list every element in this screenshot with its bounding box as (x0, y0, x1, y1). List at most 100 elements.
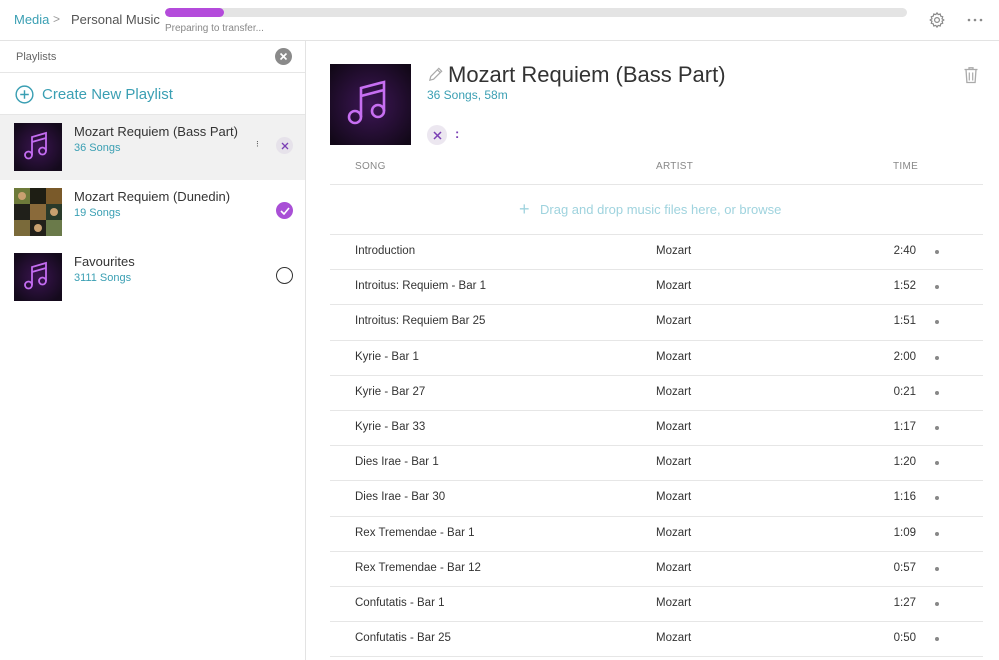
song-time: 1:27 (893, 596, 916, 609)
drop-zone-text[interactable]: Drag and drop music files here, or brows… (540, 202, 781, 217)
transfer-progress-bar (165, 8, 907, 17)
playlist-artwork (14, 123, 62, 171)
table-row[interactable]: Confutatis - Bar 25 Mozart 0:50 (330, 622, 983, 658)
table-row[interactable]: Kyrie - Bar 1 Mozart 2:00 (330, 341, 983, 376)
row-menu-dot-icon[interactable] (935, 285, 939, 290)
close-icon (279, 52, 288, 61)
song-title: Introitus: Requiem - Bar 1 (355, 280, 487, 293)
table-row[interactable]: Dies Irae - Bar 1 Mozart 1:20 (330, 446, 983, 482)
playlist-name: Mozart Requiem (Dunedin) (74, 189, 231, 204)
table-row[interactable]: Confutatis - Bar 1 Mozart 1:27 (330, 587, 983, 623)
playlist-item-favourites[interactable]: Favourites 3111 Songs (0, 245, 305, 310)
transfer-status-text: Preparing to transfer... (165, 23, 264, 34)
song-title: Introitus: Requiem Bar 25 (355, 315, 486, 328)
column-header-song[interactable]: SONG (355, 161, 386, 172)
song-time: 0:57 (893, 561, 916, 574)
row-menu-dot-icon[interactable] (935, 390, 939, 395)
song-time: 2:00 (893, 350, 916, 363)
playlist-item-dunedin[interactable]: Mozart Requiem (Dunedin) 19 Songs (0, 180, 305, 245)
row-menu-dot-icon[interactable] (935, 566, 939, 571)
table-row[interactable]: Kyrie - Bar 33 Mozart 1:17 (330, 411, 983, 447)
breadcrumb-media-link[interactable]: Media (14, 12, 49, 27)
playlists-header: Playlists (0, 41, 305, 73)
row-menu-dot-icon[interactable] (935, 531, 939, 536)
row-menu-dot-icon[interactable] (935, 496, 939, 501)
trash-icon[interactable] (963, 66, 979, 84)
breadcrumb-separator: > (53, 12, 61, 26)
create-playlist-button[interactable]: Create New Playlist (0, 74, 305, 115)
table-row[interactable]: Dies Irae - Bar 30 Mozart 1:16 (330, 481, 983, 517)
song-title: Introduction (355, 245, 416, 257)
song-time: 0:21 (893, 385, 916, 398)
row-menu-dot-icon[interactable] (935, 250, 939, 254)
song-artist: Mozart (656, 280, 692, 293)
playlist-artwork (14, 253, 62, 301)
song-artist: Mozart (656, 420, 692, 433)
playlist-checkbox-checked[interactable] (276, 202, 293, 219)
row-menu-dot-icon[interactable] (935, 355, 939, 360)
song-title: Confutatis - Bar 1 (355, 596, 445, 609)
drop-zone[interactable]: + Drag and drop music files here, or bro… (330, 186, 983, 235)
ellipsis-icon[interactable] (965, 10, 985, 30)
close-icon (432, 130, 442, 140)
song-artist: Mozart (656, 350, 692, 363)
checkmark-icon (279, 206, 290, 215)
song-title: Dies Irae - Bar 1 (355, 456, 439, 469)
song-artist: Mozart (656, 456, 692, 469)
playlist-song-count: 19 Songs (74, 207, 121, 219)
close-sidebar-button[interactable] (275, 48, 292, 65)
playlists-sidebar: Playlists Create New Playlist Mozart Req… (0, 41, 306, 660)
row-menu-dot-icon[interactable] (935, 601, 939, 606)
plus-circle-icon (15, 85, 34, 104)
song-title: Kyrie - Bar 1 (355, 350, 419, 363)
song-artist: Mozart (656, 632, 692, 645)
remove-playlist-button[interactable] (276, 137, 293, 154)
song-list: Introduction Mozart 2:40 Introitus: Requiem… (330, 235, 983, 658)
song-artist: Mozart (656, 596, 692, 609)
plus-icon: + (519, 199, 530, 219)
edit-pencil-icon[interactable] (427, 66, 444, 83)
playlist-name: Favourites (74, 254, 135, 269)
table-row[interactable]: Introitus: Requiem Bar 25 Mozart 1:51 (330, 305, 983, 341)
options-colon[interactable]: : (455, 126, 459, 141)
playlist-meta: 36 Songs, 58m (427, 88, 508, 102)
song-title: Kyrie - Bar 33 (355, 420, 426, 433)
row-menu-dot-icon[interactable] (935, 425, 939, 430)
playlist-name: Mozart Requiem (Bass Part) (74, 124, 238, 139)
playlist-song-count: 3111 Songs (74, 272, 132, 284)
top-bar: Media > Personal Music Preparing to tran… (0, 0, 999, 41)
song-artist: Mozart (656, 315, 692, 328)
playlist-detail: Mozart Requiem (Bass Part) 36 Songs, 58m… (307, 41, 999, 660)
song-title: Dies Irae - Bar 30 (355, 491, 446, 504)
table-row[interactable]: Introduction Mozart 2:40 (330, 235, 983, 271)
song-time: 1:51 (893, 315, 916, 328)
song-title: Rex Tremendae - Bar 1 (355, 526, 475, 539)
song-time: 2:40 (893, 245, 916, 257)
table-row[interactable]: Rex Tremendae - Bar 12 Mozart 0:57 (330, 552, 983, 587)
gear-icon[interactable] (927, 10, 947, 30)
playlist-item-bass-part[interactable]: Mozart Requiem (Bass Part) 36 Songs ⁝ (0, 115, 305, 180)
song-artist: Mozart (656, 561, 692, 574)
song-title: Confutatis - Bar 25 (355, 632, 451, 645)
song-artist: Mozart (656, 526, 692, 539)
playlist-cover-artwork (330, 64, 411, 145)
song-artist: Mozart (656, 385, 692, 398)
table-row[interactable]: Kyrie - Bar 27 Mozart 0:21 (330, 376, 983, 411)
table-row[interactable]: Introitus: Requiem - Bar 1 Mozart 1:52 (330, 270, 983, 306)
song-time: 1:16 (893, 491, 916, 504)
row-menu-dot-icon[interactable] (935, 320, 939, 325)
clear-button[interactable] (427, 125, 447, 145)
playlist-title[interactable]: Mozart Requiem (Bass Part) (448, 62, 726, 88)
song-time: 0:50 (893, 632, 916, 645)
column-header-artist[interactable]: ARTIST (656, 161, 693, 172)
table-row[interactable]: Rex Tremendae - Bar 1 Mozart 1:09 (330, 517, 983, 552)
song-table-header: SONG ARTIST TIME (330, 147, 983, 185)
row-menu-dot-icon[interactable] (935, 461, 939, 466)
breadcrumb-current: Personal Music (71, 12, 160, 27)
drag-handle-icon[interactable]: ⁝ (256, 139, 259, 150)
song-title: Rex Tremendae - Bar 12 (355, 561, 481, 574)
playlist-checkbox-unchecked[interactable] (276, 267, 293, 284)
row-menu-dot-icon[interactable] (935, 637, 939, 642)
column-header-time[interactable]: TIME (893, 161, 918, 172)
playlist-artwork (14, 188, 62, 236)
